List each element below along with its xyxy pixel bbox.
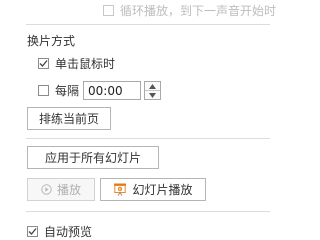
slideshow-icon [113,183,127,196]
middle-divider [26,138,270,139]
rehearse-button[interactable]: 排练当前页 [27,107,111,130]
interval-time-input[interactable]: 00:00 [83,81,142,100]
spin-down-button[interactable] [145,90,161,99]
bottom-divider [26,211,270,212]
play-circle-icon [41,184,52,195]
auto-preview-label: 自动预览 [44,224,93,239]
slideshow-button-label: 幻灯片播放 [132,183,193,197]
triangle-down-icon [149,92,157,98]
apply-all-label: 应用于所有幻灯片 [44,151,141,165]
play-button[interactable]: 播放 [27,178,95,201]
rehearse-button-label: 排练当前页 [38,112,99,126]
section-title: 换片方式 [27,32,75,48]
interval-spinner[interactable] [144,81,162,100]
spin-up-button[interactable] [145,82,160,90]
triangle-up-icon [149,83,157,89]
loop-label: 循环播放，到下一声音开始时 [120,3,277,18]
every-interval-option: 每隔 00:00 [38,81,162,100]
section-title-text: 换片方式 [27,33,76,48]
top-divider [26,24,270,25]
loop-checkbox [103,4,114,16]
on-click-option[interactable]: 单击鼠标时 [38,55,115,71]
check-icon [28,227,37,235]
every-label: 每隔 [55,84,80,98]
on-click-label: 单击鼠标时 [55,56,116,71]
auto-preview-option[interactable]: 自动预览 [27,223,92,239]
slideshow-button[interactable]: 幻灯片播放 [100,178,206,201]
check-icon [39,59,48,67]
interval-time-value: 00:00 [88,83,123,98]
on-click-checkbox[interactable] [38,57,49,69]
loop-option: 循环播放，到下一声音开始时 [103,2,276,18]
apply-all-button[interactable]: 应用于所有幻灯片 [27,146,159,169]
play-button-label: 播放 [56,183,81,197]
every-checkbox[interactable] [38,85,49,96]
auto-preview-checkbox[interactable] [27,225,38,237]
transition-panel: 循环播放，到下一声音开始时 换片方式 单击鼠标时 每隔 00:00 排练当前页 … [0,0,284,240]
